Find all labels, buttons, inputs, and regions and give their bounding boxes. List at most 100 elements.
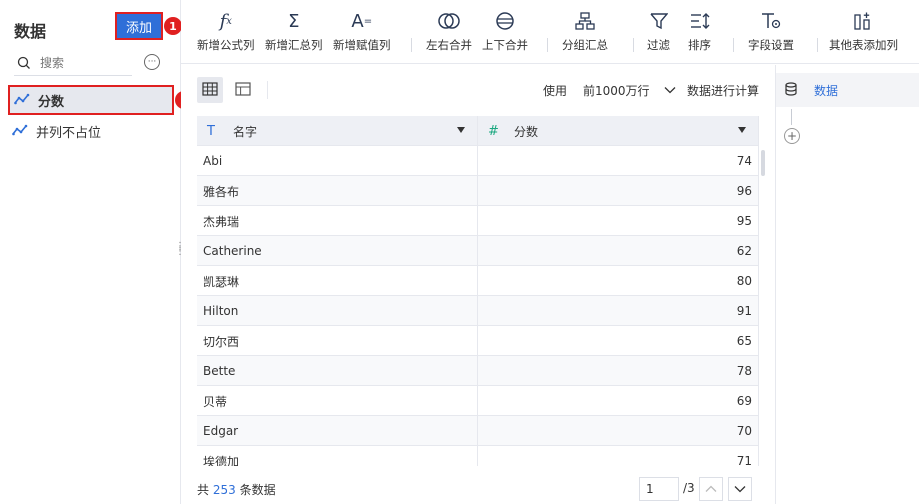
main-panel: 使用 前1000万行 数据进行计算 T 名字 # 分数 Abi 74 雅各布 9… [181,65,775,504]
cell-score[interactable]: 95 [478,206,759,236]
field-settings-icon [761,8,781,34]
toolbar-label: 新增公式列 [197,38,255,52]
merge-vertical-button[interactable]: 上下合并 [482,8,528,53]
cell-score[interactable]: 91 [478,296,759,326]
table-row[interactable]: 雅各布 96 [197,176,759,206]
group-summary-button[interactable]: 分组汇总 [562,8,608,53]
cell-name[interactable]: 凯瑟琳 [197,266,478,296]
cell-score[interactable]: 65 [478,326,759,356]
step-badge-1: 1 [164,17,182,35]
toolbar-label: 过滤 [647,38,670,52]
cell-score[interactable]: 80 [478,266,759,296]
cell-score[interactable]: 69 [478,386,759,416]
record-count-value: 253 [212,483,236,497]
search-input[interactable] [40,55,130,70]
add-assign-column-button[interactable]: A = 新增赋值列 [333,8,391,53]
column-header-score[interactable]: # 分数 [478,116,759,146]
toolbar-label: 新增赋值列 [333,38,391,52]
right-panel: 数据 + [775,65,919,504]
search-icon [14,53,34,73]
cell-name[interactable]: Bette [197,356,478,386]
table-row[interactable]: 贝蒂 69 [197,386,759,416]
more-options-icon[interactable]: ··· [144,54,160,70]
table-row[interactable]: Edgar 70 [197,416,759,446]
sidebar-title: 数据 [14,22,47,41]
toolbar-divider [411,38,412,52]
cell-name[interactable]: Hilton [197,296,478,326]
flow-step-data[interactable]: 数据 [776,73,919,107]
cell-name[interactable]: 杰弗瑞 [197,206,478,236]
flow-connector [791,109,792,125]
record-count-prefix: 共 [197,483,210,497]
caret-down-icon[interactable] [457,127,465,133]
flow-step-label: 数据 [814,83,839,98]
toolbar-divider [547,38,548,52]
prev-page-button[interactable] [699,477,723,501]
table-row[interactable]: 埃德加 71 [197,446,759,466]
cell-name[interactable]: 雅各布 [197,176,478,206]
toolbar-label: 排序 [688,38,711,52]
sidebar-item-scores[interactable]: 分数 [8,85,174,115]
grid-view-button[interactable] [197,77,223,103]
toolbar-label: 字段设置 [748,38,794,52]
sidebar: 数据 添加 1 ··· 分数 2 并列不占位 ⋮⋮ [0,0,193,504]
column-header-name[interactable]: T 名字 [197,116,478,146]
page-total: /3 [683,481,695,495]
layout-icon [235,81,251,99]
table-row[interactable]: 杰弗瑞 95 [197,206,759,236]
rows-limit-value: 前1000万行 [583,83,650,98]
search-box[interactable] [14,50,132,76]
sidebar-item-label: 分数 [38,94,65,110]
add-column-from-other-table-button[interactable]: 其他表添加列 [829,8,898,53]
add-step-icon[interactable]: + [784,128,800,144]
filter-icon [649,8,668,34]
toolbar-divider [733,38,734,52]
vertical-scrollbar[interactable] [761,150,765,176]
table-row[interactable]: Catherine 62 [197,236,759,266]
record-count: 共 253 条数据 [197,481,276,498]
chevron-down-icon [734,482,746,496]
toolbar: fx 新增公式列 Σ 新增汇总列 A = 新增赋值列 左右合并 上下合并 分组汇… [181,0,919,64]
line-chart-icon [14,93,30,108]
sort-button[interactable]: 排序 [688,8,711,53]
view-divider [267,81,268,99]
cell-score[interactable]: 70 [478,416,759,446]
table-row[interactable]: Hilton 91 [197,296,759,326]
cell-name[interactable]: Abi [197,146,478,176]
cell-score[interactable]: 71 [478,446,759,466]
toolbar-label: 分组汇总 [562,38,608,52]
page-number-input[interactable] [639,477,679,501]
cell-score[interactable]: 78 [478,356,759,386]
add-formula-column-button[interactable]: fx 新增公式列 [197,8,255,53]
cell-name[interactable]: 贝蒂 [197,386,478,416]
add-column-icon [853,8,874,34]
chevron-up-icon [705,482,717,496]
cell-name[interactable]: 埃德加 [197,446,478,466]
merge-horizontal-button[interactable]: 左右合并 [426,8,472,53]
field-settings-button[interactable]: 字段设置 [748,8,794,53]
rows-limit-select[interactable]: 前1000万行 [581,77,677,103]
data-table: T 名字 # 分数 Abi 74 雅各布 96 杰弗瑞 95 Catherine 62 凯瑟琳 8… [197,116,759,466]
table-row[interactable]: 切尔西 65 [197,326,759,356]
add-dataset-button[interactable]: 添加 [115,12,163,40]
cell-name[interactable]: Catherine [197,236,478,266]
column-label: 名字 [233,124,258,139]
table-row[interactable]: Bette 78 [197,356,759,386]
cell-score[interactable]: 96 [478,176,759,206]
sidebar-item-tied-rank[interactable]: 并列不占位 [8,116,174,146]
next-page-button[interactable] [728,477,752,501]
toolbar-label: 新增汇总列 [265,38,323,52]
table-row[interactable]: 凯瑟琳 80 [197,266,759,296]
cell-score[interactable]: 62 [478,236,759,266]
app-root: 数据 添加 1 ··· 分数 2 并列不占位 ⋮⋮ fx 新增 [0,0,919,504]
layout-view-button[interactable] [230,77,256,103]
line-chart-icon [12,124,28,139]
table-row[interactable]: Abi 74 [197,146,759,176]
cell-name[interactable]: Edgar [197,416,478,446]
toolbar-label: 左右合并 [426,38,472,52]
add-summary-column-button[interactable]: Σ 新增汇总列 [265,8,323,53]
cell-score[interactable]: 74 [478,146,759,176]
cell-name[interactable]: 切尔西 [197,326,478,356]
caret-down-icon[interactable] [738,127,746,133]
filter-button[interactable]: 过滤 [647,8,670,53]
